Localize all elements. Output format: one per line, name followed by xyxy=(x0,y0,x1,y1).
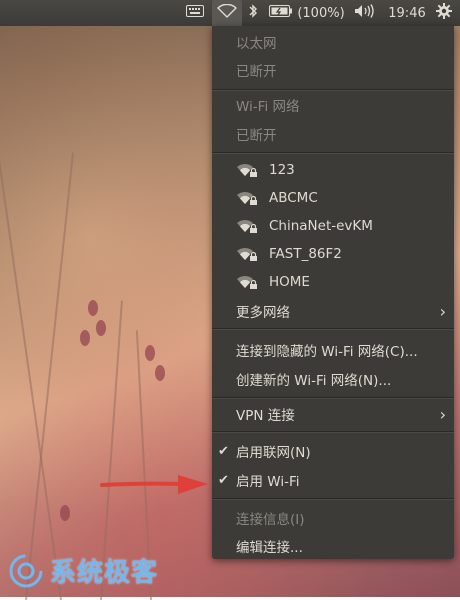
network-item-home[interactable]: HOME xyxy=(212,270,454,294)
network-item-abcmc[interactable]: ABCMC xyxy=(212,186,454,210)
chevron-right-icon: › xyxy=(439,301,446,321)
more-networks-submenu[interactable]: 更多网络 › xyxy=(212,299,454,323)
network-item-fast[interactable]: FAST_86F2 xyxy=(212,242,454,266)
menu-ethernet-status-label: 已断开 xyxy=(236,64,277,80)
battery-percentage: (100%) xyxy=(297,5,345,21)
network-indicator[interactable] xyxy=(212,0,242,26)
edit-connections-item[interactable]: 编辑连接... xyxy=(212,534,454,558)
bluetooth-indicator[interactable] xyxy=(244,0,262,26)
network-menu: 以太网 已断开 Wi-Fi 网络 已断开 123 ABCMC ChinaNet-… xyxy=(212,26,454,559)
menu-ethernet-status: 已断开 xyxy=(212,58,454,82)
connect-hidden-label: 连接到隐藏的 Wi-Fi 网络(C)... xyxy=(236,344,418,360)
battery-icon xyxy=(269,5,293,21)
wifi-locked-icon xyxy=(237,219,257,233)
connection-info-item: 连接信息(I) xyxy=(212,506,454,530)
network-item-123[interactable]: 123 xyxy=(212,158,454,182)
menu-ethernet-header-label: 以太网 xyxy=(236,36,277,52)
wallpaper-seed xyxy=(60,505,70,521)
watermark-logo-icon xyxy=(9,554,43,587)
wallpaper-seed xyxy=(145,345,155,361)
menu-separator xyxy=(212,328,454,330)
wallpaper-seed xyxy=(96,320,106,336)
menu-wifi-header-label: Wi-Fi 网络 xyxy=(236,99,300,115)
menu-wifi-status-label: 已断开 xyxy=(236,128,277,144)
checkmark-icon: ✔ xyxy=(218,472,229,488)
network-name: ABCMC xyxy=(269,190,318,206)
network-name: 123 xyxy=(269,162,295,178)
wallpaper-seed xyxy=(88,300,98,316)
more-networks-label: 更多网络 xyxy=(236,305,290,321)
watermark: 系统极客 xyxy=(8,552,158,589)
network-name: FAST_86F2 xyxy=(269,246,342,262)
volume-icon xyxy=(354,4,376,22)
keyboard-icon xyxy=(186,5,204,21)
create-new-network-item[interactable]: 创建新的 Wi-Fi 网络(N)... xyxy=(212,367,454,391)
chevron-right-icon: › xyxy=(439,404,446,424)
watermark-text: 系统极客 xyxy=(50,558,159,588)
vpn-submenu[interactable]: VPN 连接 › xyxy=(212,402,454,426)
network-item-chinanet[interactable]: ChinaNet-evKM xyxy=(212,214,454,238)
menu-separator xyxy=(212,152,454,154)
create-new-label: 创建新的 Wi-Fi 网络(N)... xyxy=(236,373,392,389)
menu-ethernet-header: 以太网 xyxy=(212,30,454,54)
menu-wifi-header: Wi-Fi 网络 xyxy=(212,93,454,117)
network-name: ChinaNet-evKM xyxy=(269,218,373,234)
red-arrow-annotation xyxy=(100,475,208,494)
network-name: HOME xyxy=(269,274,310,290)
volume-indicator[interactable] xyxy=(352,0,378,26)
connect-hidden-network-item[interactable]: 连接到隐藏的 Wi-Fi 网络(C)... xyxy=(212,338,454,362)
clock-text: 19:46 xyxy=(388,5,426,21)
wallpaper-seed xyxy=(80,330,90,346)
menu-separator xyxy=(212,89,454,91)
wifi-locked-icon xyxy=(237,163,257,177)
edit-connections-label: 编辑连接... xyxy=(236,540,303,556)
wallpaper-seed xyxy=(155,365,165,381)
wallpaper-stalk xyxy=(25,152,75,600)
menu-separator xyxy=(212,397,454,399)
battery-indicator[interactable]: (100%) xyxy=(266,0,348,26)
keyboard-indicator[interactable] xyxy=(182,0,208,26)
wallpaper-stalk xyxy=(0,124,62,600)
top-panel: (100%) 19:46 xyxy=(0,0,460,26)
menu-separator xyxy=(212,431,454,433)
enable-wifi-toggle[interactable]: ✔ 启用 Wi-Fi xyxy=(212,468,454,492)
wifi-locked-icon xyxy=(237,275,257,289)
checkmark-icon: ✔ xyxy=(218,443,229,459)
enable-wifi-label: 启用 Wi-Fi xyxy=(236,474,300,490)
wifi-icon xyxy=(217,3,237,22)
bluetooth-icon xyxy=(248,3,258,23)
clock[interactable]: 19:46 xyxy=(384,0,430,26)
menu-wifi-status: 已断开 xyxy=(212,122,454,146)
vpn-label: VPN 连接 xyxy=(236,408,295,424)
wifi-locked-icon xyxy=(237,191,257,205)
session-menu[interactable] xyxy=(432,0,456,26)
enable-networking-label: 启用联网(N) xyxy=(236,445,311,461)
enable-networking-toggle[interactable]: ✔ 启用联网(N) xyxy=(212,439,454,463)
gear-icon xyxy=(436,3,452,23)
menu-separator xyxy=(212,498,454,500)
connection-info-label: 连接信息(I) xyxy=(236,512,305,528)
wifi-locked-icon xyxy=(237,247,257,261)
